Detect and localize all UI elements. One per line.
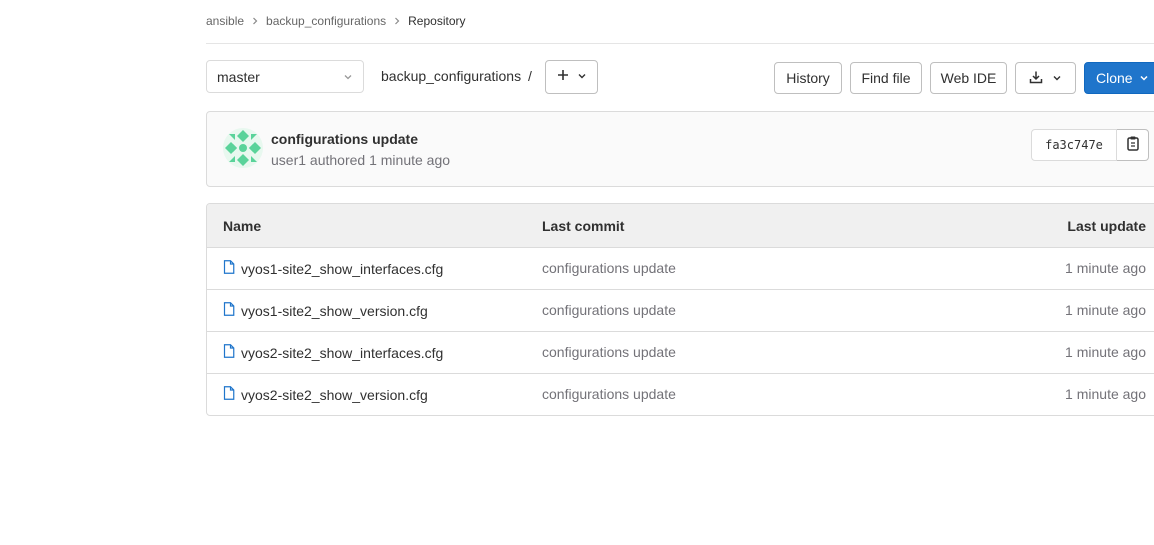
table-header: Name Last commit Last update <box>207 204 1154 248</box>
table-row[interactable]: vyos1-site2_show_interfaces.cfg configur… <box>207 248 1154 290</box>
file-last-commit-link[interactable]: configurations update <box>542 344 676 360</box>
find-file-button[interactable]: Find file <box>850 62 922 94</box>
file-name: vyos1-site2_show_interfaces.cfg <box>241 260 444 277</box>
commit-meta: user1 authored 1 minute ago <box>271 152 450 168</box>
file-link[interactable]: vyos2-site2_show_interfaces.cfg <box>223 344 443 361</box>
chevron-down-icon <box>343 69 353 85</box>
file-link[interactable]: vyos1-site2_show_interfaces.cfg <box>223 260 443 277</box>
add-file-dropdown[interactable] <box>545 60 598 94</box>
file-last-commit-link[interactable]: configurations update <box>542 260 676 276</box>
file-last-update: 1 minute ago <box>1065 302 1146 318</box>
commit-time: 1 minute ago <box>369 152 451 168</box>
file-link[interactable]: vyos2-site2_show_version.cfg <box>223 386 428 403</box>
chevron-right-icon <box>393 17 401 25</box>
last-commit-panel: configurations update user1 authored 1 m… <box>206 111 1154 187</box>
clipboard-icon <box>1126 135 1140 156</box>
file-last-update: 1 minute ago <box>1065 260 1146 276</box>
commit-sha-group: fa3c747e <box>1031 129 1149 161</box>
history-button[interactable]: History <box>774 62 842 94</box>
copy-sha-button[interactable] <box>1117 129 1149 161</box>
column-header-last-commit: Last commit <box>542 217 625 234</box>
file-icon <box>223 344 235 361</box>
path-separator: / <box>528 68 532 84</box>
file-icon <box>223 302 235 319</box>
web-ide-button[interactable]: Web IDE <box>930 62 1007 94</box>
chevron-right-icon <box>251 17 259 25</box>
chevron-down-icon <box>577 68 587 86</box>
branch-select-value: master <box>217 68 260 85</box>
clone-button-label: Clone <box>1096 70 1133 86</box>
repository-path-root[interactable]: backup_configurations <box>381 68 521 84</box>
clone-dropdown-button[interactable]: Clone <box>1084 62 1154 94</box>
download-icon <box>1029 70 1043 87</box>
repository-page: ansible backup_configurations Repository… <box>0 0 1154 545</box>
file-last-update: 1 minute ago <box>1065 386 1146 402</box>
commit-title-link[interactable]: configurations update <box>271 131 418 147</box>
commit-author-link[interactable]: user1 <box>271 152 306 168</box>
commit-sha[interactable]: fa3c747e <box>1031 129 1117 161</box>
file-last-update: 1 minute ago <box>1065 344 1146 360</box>
file-icon <box>223 260 235 277</box>
file-link[interactable]: vyos1-site2_show_version.cfg <box>223 302 428 319</box>
breadcrumb-item-current[interactable]: Repository <box>408 14 465 28</box>
column-header-name: Name <box>223 217 262 234</box>
file-name: vyos2-site2_show_interfaces.cfg <box>241 344 444 361</box>
branch-select[interactable]: master <box>206 60 364 93</box>
column-header-last-update: Last update <box>1067 217 1146 234</box>
download-dropdown-button[interactable] <box>1015 62 1076 94</box>
breadcrumb-item-group[interactable]: ansible <box>206 14 244 28</box>
file-table: Name Last commit Last update vyos1-site2… <box>206 203 1154 416</box>
table-row[interactable]: vyos2-site2_show_version.cfg configurati… <box>207 374 1154 415</box>
table-row[interactable]: vyos2-site2_show_interfaces.cfg configur… <box>207 332 1154 374</box>
table-row[interactable]: vyos1-site2_show_version.cfg configurati… <box>207 290 1154 332</box>
chevron-down-icon <box>1052 70 1062 86</box>
file-last-commit-link[interactable]: configurations update <box>542 302 676 318</box>
file-name: vyos1-site2_show_version.cfg <box>241 302 428 319</box>
breadcrumb: ansible backup_configurations Repository <box>206 12 465 30</box>
file-last-commit-link[interactable]: configurations update <box>542 386 676 402</box>
file-name: vyos2-site2_show_version.cfg <box>241 386 428 403</box>
commit-authored-text: authored <box>309 152 366 168</box>
chevron-down-icon <box>1139 70 1149 86</box>
header-divider <box>206 43 1154 44</box>
file-icon <box>223 386 235 403</box>
avatar[interactable] <box>223 128 263 168</box>
plus-icon <box>557 68 569 86</box>
breadcrumb-item-project[interactable]: backup_configurations <box>266 14 386 28</box>
